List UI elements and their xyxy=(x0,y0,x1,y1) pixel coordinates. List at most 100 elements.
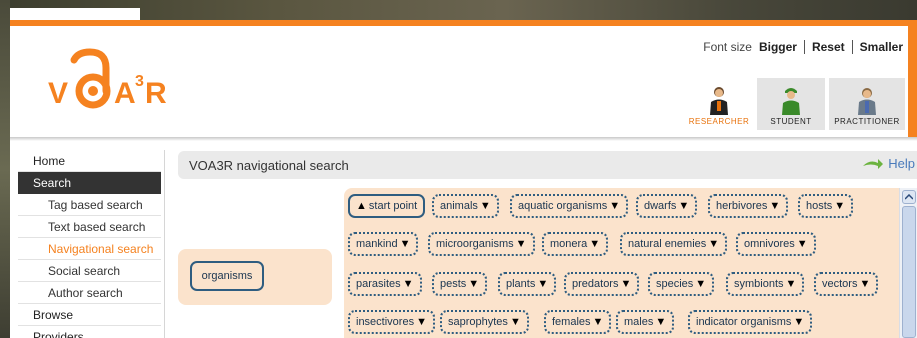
role-researcher[interactable]: RESEARCHER xyxy=(685,78,753,130)
term-node[interactable]: microorganisms ▼ xyxy=(428,232,535,256)
font-size-controls: Font size Bigger Reset Smaller xyxy=(703,40,903,54)
triangle-down-icon: ▼ xyxy=(655,316,667,328)
page-title: VOA3R navigational search xyxy=(189,157,349,173)
term-node[interactable]: mankind ▼ xyxy=(348,232,419,256)
sidebar-item-label: Search xyxy=(33,176,72,190)
term-label: herbivores xyxy=(716,200,768,212)
scroll-up-button[interactable] xyxy=(902,190,916,204)
sidebar-item-label: Author search xyxy=(48,285,123,300)
triangle-down-icon: ▼ xyxy=(515,238,527,250)
term-node[interactable]: symbionts ▼ xyxy=(726,272,805,296)
term-node[interactable]: omnivores ▼ xyxy=(736,232,816,256)
svg-text:R: R xyxy=(145,77,167,110)
term-label: hosts xyxy=(806,200,833,212)
term-node[interactable]: vectors ▼ xyxy=(814,272,879,296)
term-node[interactable]: predators ▼ xyxy=(564,272,640,296)
sidebar-item-providers[interactable]: Providers xyxy=(18,326,161,338)
term-label: monera xyxy=(550,238,588,250)
term-label: indicator organisms xyxy=(696,316,792,328)
triangle-down-icon: ▼ xyxy=(509,316,521,328)
root-term-panel: organisms xyxy=(178,249,332,305)
scrollbar-thumb[interactable] xyxy=(902,206,916,338)
term-node[interactable]: species ▼ xyxy=(648,272,715,296)
term-label: males xyxy=(624,316,654,328)
term-node[interactable]: animals ▼ xyxy=(432,194,499,218)
header-shadow xyxy=(10,137,917,141)
role-practitioner-label: PRACTITIONER xyxy=(834,117,900,126)
term-label: symbionts xyxy=(734,278,784,290)
sidebar-item-label: Home xyxy=(33,153,66,168)
chevron-up-icon xyxy=(905,194,913,200)
term-node[interactable]: parasites ▼ xyxy=(348,272,422,296)
page-title-bar: VOA3R navigational search Help xyxy=(178,151,917,179)
triangle-down-icon: ▼ xyxy=(479,200,491,212)
sidebar-item-label: Browse xyxy=(33,307,74,322)
term-label: microorganisms xyxy=(436,238,514,250)
font-reset-link[interactable]: Reset xyxy=(812,40,845,54)
triangle-down-icon: ▼ xyxy=(793,316,805,328)
term-label: aquatic organisms xyxy=(518,200,608,212)
sidebar-item-label: Providers xyxy=(33,329,84,338)
term-node[interactable]: plants ▼ xyxy=(498,272,557,296)
term-node[interactable]: males ▼ xyxy=(616,310,675,334)
sidebar-item-author-search[interactable]: Author search xyxy=(18,282,161,304)
researcher-icon xyxy=(710,87,728,115)
sidebar-item-tag-based-search[interactable]: Tag based search xyxy=(18,194,161,216)
term-label: insectivores xyxy=(356,316,415,328)
term-label: vectors xyxy=(822,278,858,290)
term-label: plants xyxy=(506,278,536,290)
sidebar-item-label: Social search xyxy=(48,263,121,278)
sidebar-item-social-search[interactable]: Social search xyxy=(18,260,161,282)
term-label: natural enemies xyxy=(628,238,707,250)
term-node[interactable]: natural enemies ▼ xyxy=(620,232,728,256)
term-node[interactable]: monera ▼ xyxy=(542,232,609,256)
root-term-node[interactable]: organisms xyxy=(190,261,264,291)
triangle-down-icon: ▼ xyxy=(592,316,604,328)
role-student-label: STUDENT xyxy=(770,117,812,126)
role-student[interactable]: STUDENT xyxy=(757,78,825,130)
student-icon xyxy=(782,88,800,115)
sidebar-item-home[interactable]: Home xyxy=(18,150,161,172)
sidebar-item-label: Tag based search xyxy=(48,197,143,212)
help-link[interactable]: Help xyxy=(862,156,915,171)
triangle-down-icon: ▼ xyxy=(708,238,720,250)
triangle-down-icon: ▼ xyxy=(468,278,480,290)
start-point-node[interactable]: ▲ start point xyxy=(348,194,426,218)
divider xyxy=(803,40,805,54)
terms-scrollbar[interactable] xyxy=(899,188,917,338)
arrow-right-icon xyxy=(863,158,884,169)
voa3r-logo[interactable]: V A 3 R xyxy=(48,48,178,118)
sidebar-item-label: Text based search xyxy=(48,219,146,234)
font-bigger-link[interactable]: Bigger xyxy=(759,40,797,54)
term-node[interactable]: saprophytes ▼ xyxy=(440,310,529,334)
font-smaller-link[interactable]: Smaller xyxy=(860,40,903,54)
sidebar-item-text-based-search[interactable]: Text based search xyxy=(18,216,161,238)
term-node[interactable]: aquatic organisms ▼ xyxy=(510,194,629,218)
triangle-down-icon: ▼ xyxy=(589,238,601,250)
role-researcher-label: RESEARCHER xyxy=(688,117,750,126)
practitioner-icon xyxy=(858,88,876,115)
svg-text:A: A xyxy=(114,77,136,110)
term-node[interactable]: females ▼ xyxy=(544,310,612,334)
triangle-up-icon: ▲ xyxy=(356,200,367,212)
sidebar-item-browse[interactable]: Browse xyxy=(18,304,161,326)
svg-text:V: V xyxy=(48,77,68,110)
sidebar-nav: Home Search Tag based search Text based … xyxy=(18,150,161,338)
term-label: parasites xyxy=(356,278,401,290)
font-size-label: Font size xyxy=(703,40,752,54)
term-node[interactable]: herbivores ▼ xyxy=(708,194,789,218)
term-node[interactable]: insectivores ▼ xyxy=(348,310,435,334)
term-label: species xyxy=(656,278,694,290)
sidebar-item-search[interactable]: Search xyxy=(18,172,161,194)
triangle-down-icon: ▼ xyxy=(678,200,690,212)
term-node[interactable]: indicator organisms ▼ xyxy=(688,310,813,334)
term-node[interactable]: pests ▼ xyxy=(432,272,488,296)
role-selector: RESEARCHER STUDENT PRACTITIONER xyxy=(685,78,905,130)
sidebar-item-navigational-search[interactable]: Navigational search xyxy=(18,238,161,260)
term-node[interactable]: hosts ▼ xyxy=(798,194,854,218)
sidebar-item-label: Navigational search xyxy=(48,241,154,256)
sidebar-divider xyxy=(164,150,165,338)
term-node[interactable]: dwarfs ▼ xyxy=(636,194,698,218)
role-practitioner[interactable]: PRACTITIONER xyxy=(829,78,905,130)
term-label: saprophytes xyxy=(448,316,508,328)
